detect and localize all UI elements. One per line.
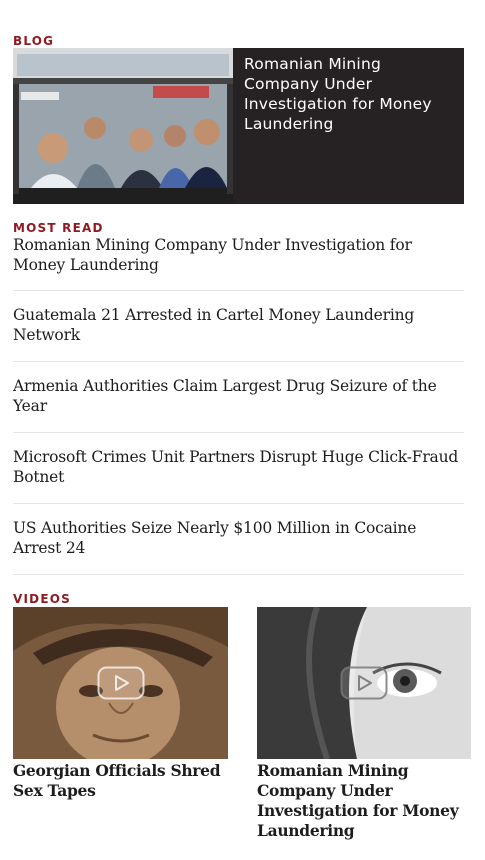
most-read-link[interactable]: US Authorities Seize Nearly $100 Million… [13, 518, 464, 558]
video-thumbnail[interactable] [13, 607, 228, 759]
list-item: Romanian Mining Company Under Investigat… [13, 233, 464, 291]
video-thumbnail[interactable] [257, 607, 471, 759]
list-item: Guatemala 21 Arrested in Cartel Money La… [13, 291, 464, 362]
most-read-link[interactable]: Romanian Mining Company Under Investigat… [13, 235, 464, 275]
list-item: Armenia Authorities Claim Largest Drug S… [13, 362, 464, 433]
videos-section-label: VIDEOS [13, 592, 71, 606]
blog-feature-photo [13, 48, 233, 204]
play-icon[interactable] [97, 666, 145, 700]
most-read-link[interactable]: Armenia Authorities Claim Largest Drug S… [13, 376, 464, 416]
play-icon[interactable] [340, 666, 388, 700]
video-title[interactable]: Georgian Officials Shred Sex Tapes [13, 761, 228, 801]
most-read-list: Romanian Mining Company Under Investigat… [13, 233, 464, 575]
blog-feature-card[interactable]: Romanian Mining Company Under Investigat… [13, 48, 464, 204]
most-read-link[interactable]: Microsoft Crimes Unit Partners Disrupt H… [13, 447, 464, 487]
most-read-link[interactable]: Guatemala 21 Arrested in Cartel Money La… [13, 305, 464, 345]
video-card[interactable]: Romanian Mining Company Under Investigat… [257, 607, 471, 841]
list-item: US Authorities Seize Nearly $100 Million… [13, 504, 464, 575]
list-item: Microsoft Crimes Unit Partners Disrupt H… [13, 433, 464, 504]
video-title[interactable]: Romanian Mining Company Under Investigat… [257, 761, 471, 841]
video-card[interactable]: Georgian Officials Shred Sex Tapes [13, 607, 228, 801]
blog-feature-title[interactable]: Romanian Mining Company Under Investigat… [244, 54, 456, 134]
blog-section-label: BLOG [13, 34, 55, 48]
